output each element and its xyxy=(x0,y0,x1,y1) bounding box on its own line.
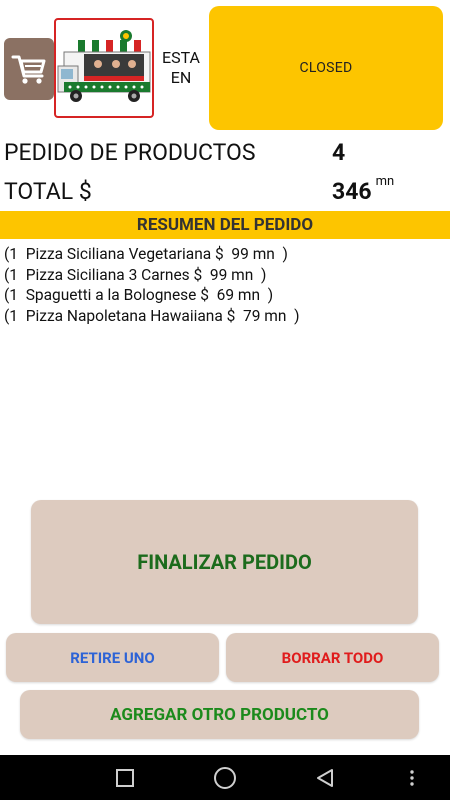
total-label: TOTAL $ xyxy=(4,178,92,205)
circle-home-icon xyxy=(214,766,236,789)
borrar-label: BORRAR TODO xyxy=(281,648,384,667)
list-item: (1 Pizza Siciliana 3 Carnes $ 99 mn ) xyxy=(4,265,267,284)
total-unit: mn xyxy=(375,174,395,189)
resumen-header: RESUMEN DEL PEDIDO xyxy=(0,211,450,239)
dots-menu-icon xyxy=(410,769,414,786)
pedido-label: PEDIDO DE PRODUCTOS xyxy=(4,139,256,166)
finalizar-label: FINALIZAR PEDIDO xyxy=(137,550,312,574)
pedido-count: 4 xyxy=(332,139,346,166)
recents-button[interactable] xyxy=(105,755,145,800)
back-button[interactable] xyxy=(305,755,345,800)
status-prefix: ESTA EN xyxy=(162,48,200,87)
finalizar-pedido-button[interactable]: FINALIZAR PEDIDO xyxy=(31,500,418,624)
order-items-list: (1 Pizza Siciliana Vegetariana $ 99 mn )… xyxy=(4,244,444,326)
retire-uno-button[interactable]: RETIRE UNO xyxy=(6,633,219,682)
triangle-back-icon xyxy=(317,768,333,787)
agregar-label: AGREGAR OTRO PRODUCTO xyxy=(110,704,329,725)
menu-button[interactable] xyxy=(400,755,424,800)
home-button[interactable] xyxy=(205,755,245,800)
retire-label: RETIRE UNO xyxy=(70,648,155,667)
status-text: CLOSED xyxy=(299,60,353,76)
food-truck-logo xyxy=(54,18,154,118)
status-badge: CLOSED xyxy=(209,6,443,130)
square-recents-icon xyxy=(116,768,134,787)
agregar-producto-button[interactable]: AGREGAR OTRO PRODUCTO xyxy=(20,690,419,739)
cart-button[interactable] xyxy=(4,38,54,100)
total-value: 346 xyxy=(332,178,372,205)
list-item: (1 Pizza Napoletana Hawaiiana $ 79 mn ) xyxy=(4,306,300,325)
list-item: (1 Spaguetti a la Bolognese $ 69 mn ) xyxy=(4,286,274,304)
system-nav-bar xyxy=(0,755,450,800)
shopping-cart-icon xyxy=(11,55,46,84)
total-amount: 346 mn xyxy=(332,174,394,205)
food-truck-image xyxy=(57,30,151,102)
resumen-title: RESUMEN DEL PEDIDO xyxy=(136,215,314,235)
list-item: (1 Pizza Siciliana Vegetariana $ 99 mn ) xyxy=(4,245,288,263)
borrar-todo-button[interactable]: BORRAR TODO xyxy=(226,633,439,682)
